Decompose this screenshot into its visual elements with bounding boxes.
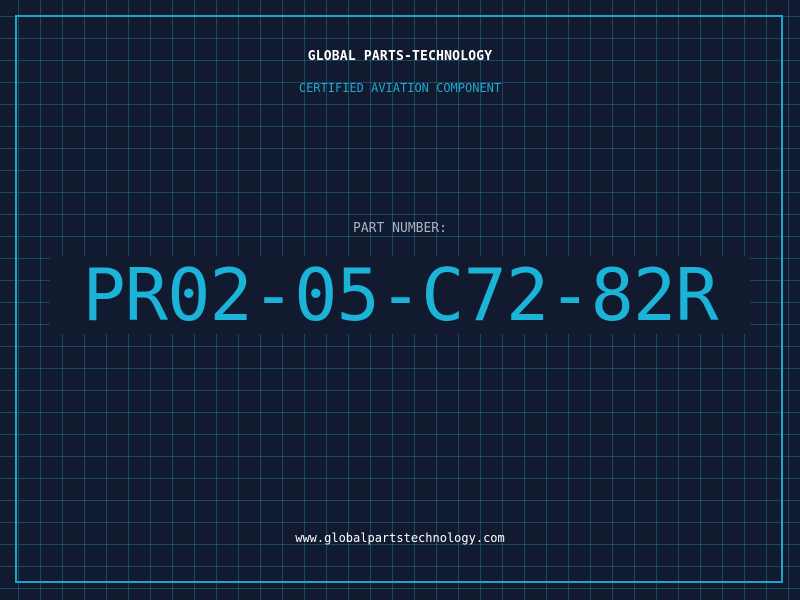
- company-name: GLOBAL PARTS-TECHNOLOGY: [307, 49, 493, 64]
- certification-subtitle: CERTIFIED AVIATION COMPONENT: [298, 81, 502, 95]
- part-number-label: PART NUMBER:: [353, 221, 447, 236]
- part-number-value: PR02-05-C72-82R: [50, 256, 750, 334]
- website-url: www.globalpartstechnology.com: [295, 531, 505, 545]
- part-label-card: GLOBAL PARTS-TECHNOLOGY CERTIFIED AVIATI…: [0, 0, 800, 600]
